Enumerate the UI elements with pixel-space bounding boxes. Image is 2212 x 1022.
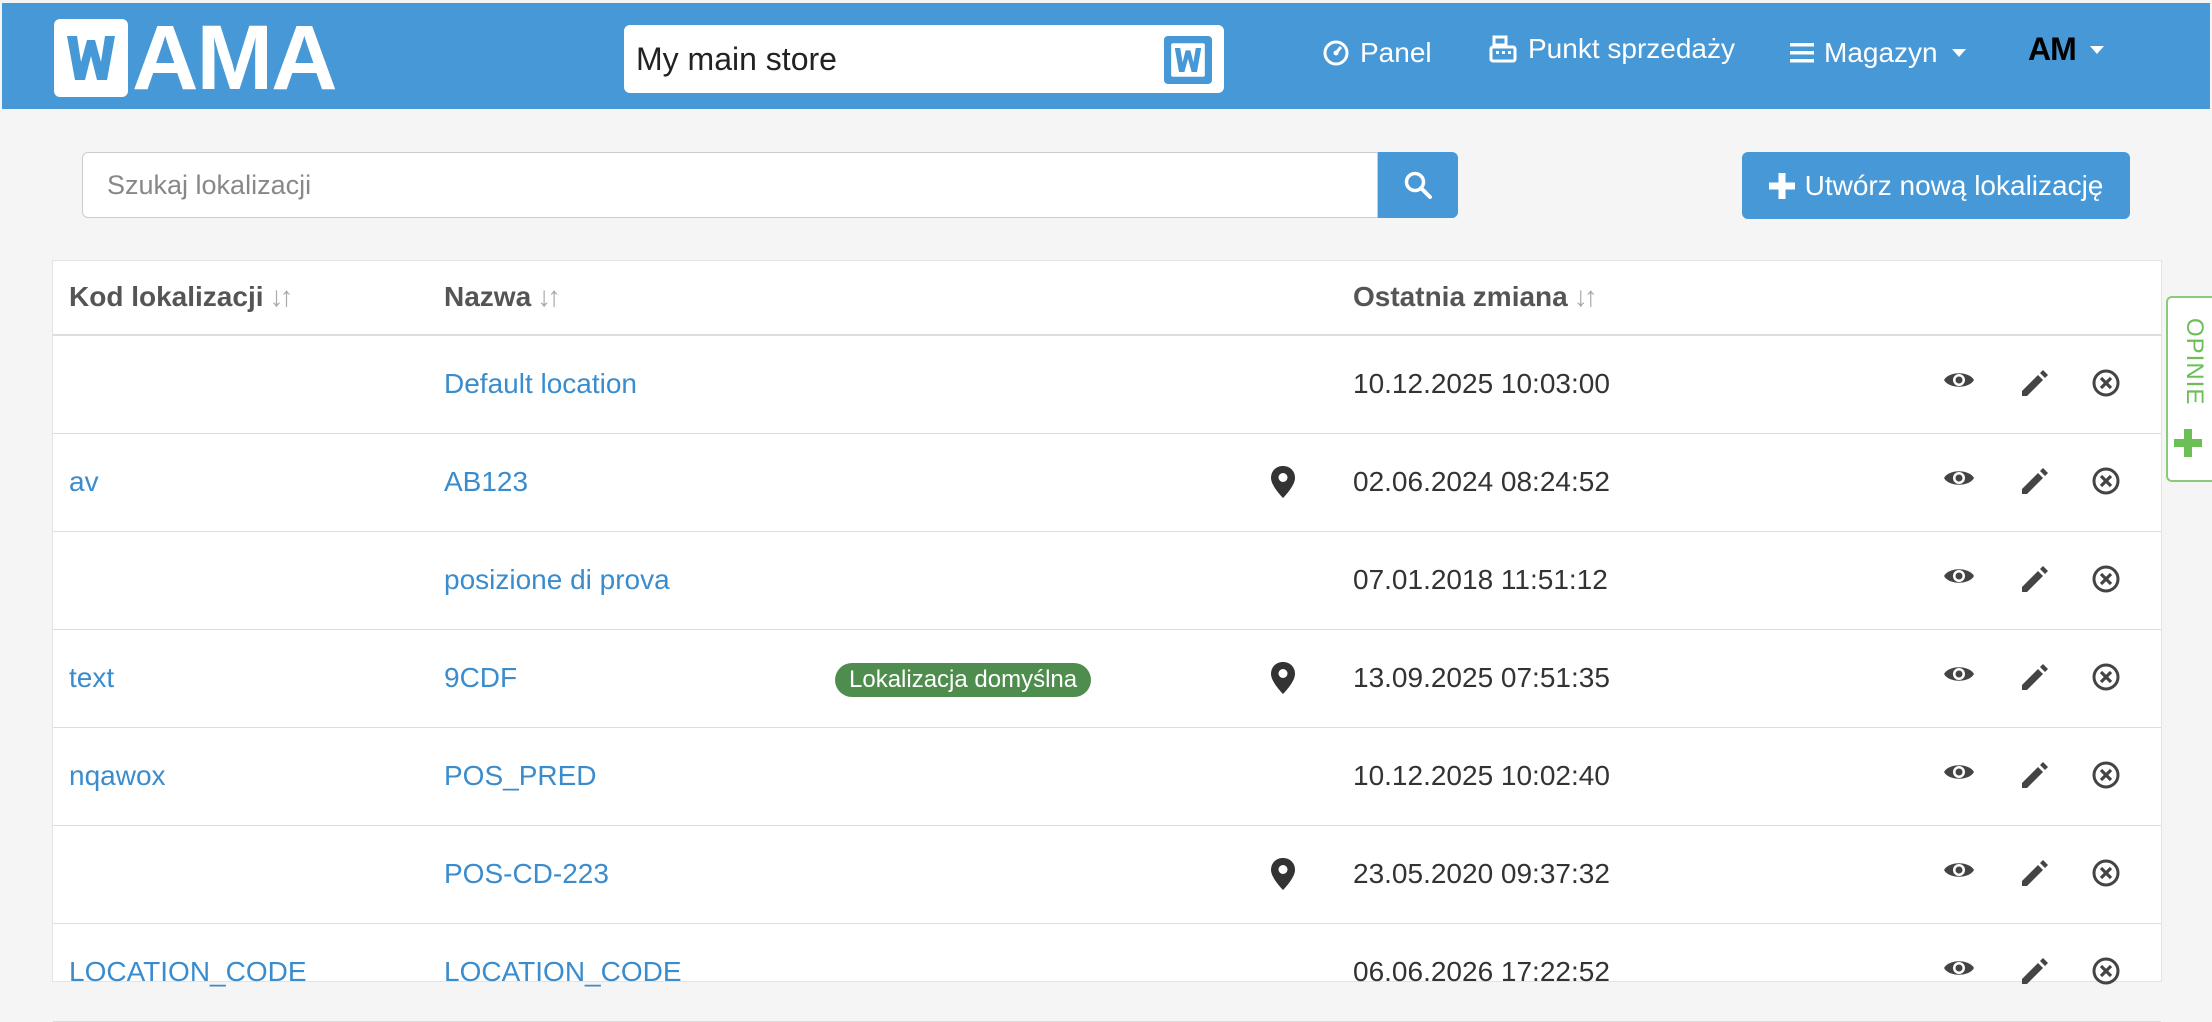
delete-circle-x-icon[interactable] (2091, 858, 2121, 893)
map-pin-icon[interactable] (1271, 466, 1295, 503)
search-input[interactable] (82, 152, 1378, 218)
location-name-link[interactable]: POS_PRED (444, 760, 597, 792)
chevron-down-icon (1951, 49, 1966, 57)
nav-magazyn[interactable]: Magazyn (1790, 37, 1966, 69)
nav-magazyn-label: Magazyn (1824, 37, 1938, 68)
view-eye-icon[interactable] (1943, 858, 1975, 887)
store-name: My main store (636, 41, 837, 77)
nav-panel-label: Panel (1360, 37, 1432, 68)
table-row: nqawox POS_PRED 10.12.2025 10:02:40 (53, 728, 2161, 826)
delete-circle-x-icon[interactable] (2091, 466, 2121, 501)
plus-icon (1768, 172, 1795, 199)
view-eye-icon[interactable] (1943, 760, 1975, 789)
column-header-code[interactable]: Kod lokalizacji ↓↑ (69, 281, 294, 313)
edit-pencil-icon[interactable] (2019, 662, 2049, 697)
map-pin-icon[interactable] (1271, 662, 1295, 699)
last-modified-date: 07.01.2018 11:51:12 (1353, 564, 1608, 595)
column-header-date-label: Ostatnia zmiana (1353, 281, 1568, 312)
edit-pencil-icon[interactable] (2019, 564, 2049, 599)
location-name-link[interactable]: posizione di prova (444, 564, 670, 596)
sort-icon: ↓↑ (269, 281, 294, 312)
map-pin-icon[interactable] (1271, 858, 1295, 895)
delete-circle-x-icon[interactable] (2091, 662, 2121, 697)
chevron-down-icon (2089, 45, 2104, 54)
sort-icon: ↓↑ (1573, 281, 1598, 312)
user-menu[interactable]: AM (2028, 31, 2104, 68)
logo-text: AMA (132, 7, 338, 109)
view-eye-icon[interactable] (1943, 368, 1975, 397)
search-button[interactable] (1378, 152, 1458, 218)
column-header-name-label: Nazwa (444, 281, 532, 312)
table-row: POS-CD-223 23.05.2020 09:37:32 (53, 826, 2161, 924)
table-row: LOCATION_CODE LOCATION_CODE 06.06.2026 1… (53, 924, 2161, 1022)
create-location-label: Utwórz nową lokalizację (1804, 169, 2104, 201)
column-header-name[interactable]: Nazwa ↓↑ (444, 281, 561, 313)
last-modified-date: 06.06.2026 17:22:52 (1353, 956, 1610, 987)
delete-circle-x-icon[interactable] (2091, 564, 2121, 599)
feedback-label: OPINIE (2181, 318, 2208, 406)
app-logo[interactable]: AMA (54, 7, 338, 109)
edit-pencil-icon[interactable] (2019, 368, 2049, 403)
default-location-badge: Lokalizacja domyślna (835, 663, 1092, 697)
view-eye-icon[interactable] (1943, 956, 1975, 985)
table-row: posizione di prova 07.01.2018 11:51:12 (53, 532, 2161, 630)
user-logo: AM (2028, 31, 2077, 67)
column-header-code-label: Kod lokalizacji (69, 281, 264, 312)
last-modified-date: 10.12.2025 10:03:00 (1353, 368, 1610, 399)
feedback-tab[interactable]: OPINIE (2166, 296, 2212, 482)
hamburger-icon (1790, 43, 1814, 63)
column-header-date[interactable]: Ostatnia zmiana ↓↑ (1353, 281, 1598, 313)
delete-circle-x-icon[interactable] (2091, 368, 2121, 403)
last-modified-date: 13.09.2025 07:51:35 (1353, 662, 1610, 693)
last-modified-date: 02.06.2024 08:24:52 (1353, 466, 1610, 497)
table-row: Default location 10.12.2025 10:03:00 (53, 336, 2161, 434)
delete-circle-x-icon[interactable] (2091, 760, 2121, 795)
location-name-link[interactable]: 9CDF (444, 662, 517, 694)
location-name-link[interactable]: AB123 (444, 466, 528, 498)
edit-pencil-icon[interactable] (2019, 858, 2049, 893)
nav-pos-label: Punkt sprzedaży (1528, 33, 1735, 64)
location-name-link[interactable]: POS-CD-223 (444, 858, 609, 890)
locations-table: Kod lokalizacji ↓↑ Nazwa ↓↑ Ostatnia zmi… (52, 260, 2162, 1022)
table-header: Kod lokalizacji ↓↑ Nazwa ↓↑ Ostatnia zmi… (53, 261, 2161, 336)
store-w-icon (1164, 36, 1212, 84)
location-code-link[interactable]: text (69, 662, 114, 694)
location-name-link[interactable]: LOCATION_CODE (444, 956, 682, 988)
top-navbar: AMA My main store Panel Punkt sprzedaży (2, 3, 2210, 109)
delete-circle-x-icon[interactable] (2091, 956, 2121, 991)
location-code-link[interactable]: av (69, 466, 99, 498)
search-icon (1404, 171, 1432, 199)
plus-icon (2174, 418, 2202, 468)
nav-panel[interactable]: Panel (1322, 37, 1432, 69)
edit-pencil-icon[interactable] (2019, 466, 2049, 501)
nav-pos[interactable]: Punkt sprzedaży (1488, 33, 1735, 65)
table-row: av AB123 02.06.2024 08:24:52 (53, 434, 2161, 532)
view-eye-icon[interactable] (1943, 564, 1975, 593)
edit-pencil-icon[interactable] (2019, 956, 2049, 991)
dashboard-icon (1323, 40, 1349, 66)
location-code-link[interactable]: nqawox (69, 760, 166, 792)
store-selector[interactable]: My main store (624, 25, 1224, 93)
view-eye-icon[interactable] (1943, 662, 1975, 691)
view-eye-icon[interactable] (1943, 466, 1975, 495)
location-code-link[interactable]: LOCATION_CODE (69, 956, 307, 988)
create-location-button[interactable]: Utwórz nową lokalizację (1742, 152, 2130, 219)
last-modified-date: 23.05.2020 09:37:32 (1353, 858, 1610, 889)
edit-pencil-icon[interactable] (2019, 760, 2049, 795)
logo-w-icon (54, 19, 128, 97)
table-row: text 9CDF Lokalizacja domyślna 13.09.202… (53, 630, 2161, 728)
sort-icon: ↓↑ (537, 281, 561, 312)
cash-register-icon (1489, 35, 1517, 63)
last-modified-date: 10.12.2025 10:02:40 (1353, 760, 1610, 791)
location-name-link[interactable]: Default location (444, 368, 637, 400)
